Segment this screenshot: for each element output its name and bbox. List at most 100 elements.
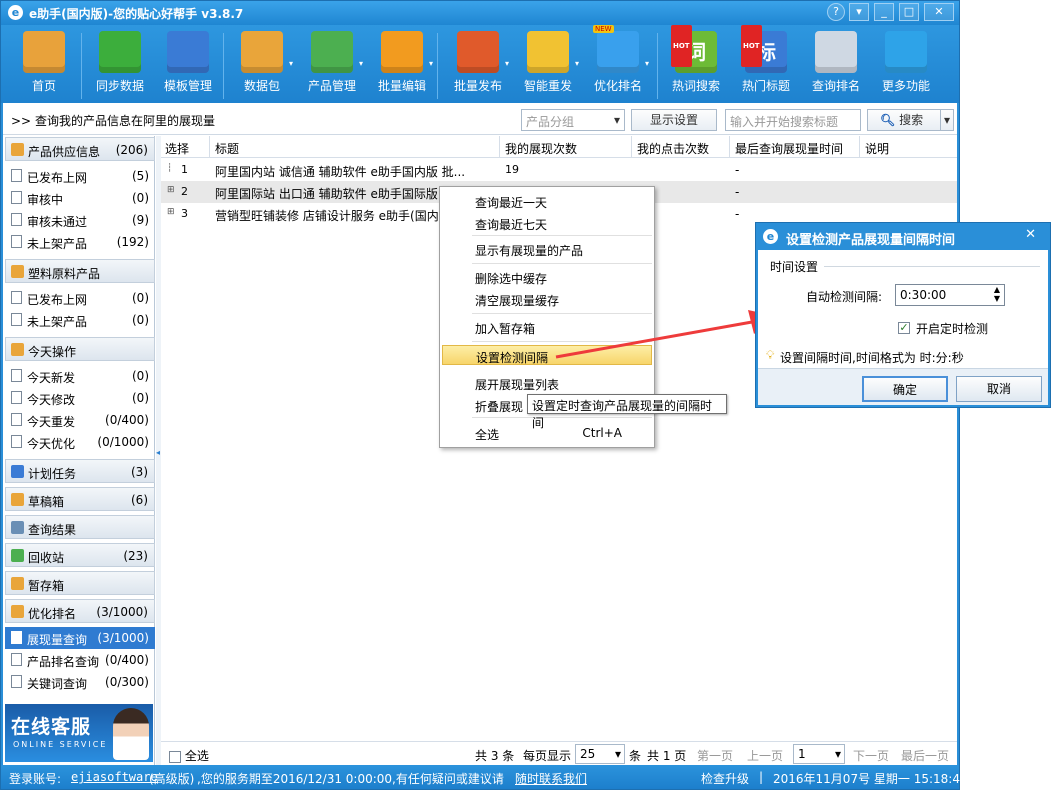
enable-timer-checkbox[interactable]: ✓	[898, 320, 910, 334]
search-options-button[interactable]: ▾	[940, 109, 954, 131]
toolbar-button-9[interactable]: NEW 优化排名	[587, 25, 649, 94]
product-group-select[interactable]: 产品分组 ▾	[521, 109, 625, 131]
sidebar-section-2[interactable]: 塑料原料产品	[5, 259, 155, 283]
sidebar-section-4[interactable]: 计划任务 (3)	[5, 459, 155, 483]
toolbar-button-7[interactable]: 批量发布	[447, 31, 509, 94]
toolbar-separator	[437, 33, 438, 99]
interval-time-input[interactable]: 0:30:00 ▲ ▼	[895, 284, 1005, 306]
data-package-icon	[241, 31, 283, 73]
sidebar-item[interactable]: 展现量查询 (3/1000)	[5, 627, 155, 649]
sidebar-item[interactable]: 未上架产品 (192)	[5, 231, 155, 253]
contact-us-link[interactable]: 随时联系我们	[515, 770, 587, 787]
search-button[interactable]: 🔍︎ 搜索	[867, 109, 941, 131]
cancel-button[interactable]: 取消	[956, 376, 1042, 402]
sidebar-section-5[interactable]: 草稿箱 (6)	[5, 487, 155, 511]
last-page-button[interactable]: 最后一页	[901, 747, 949, 764]
sidebar-item[interactable]: 已发布上网 (0)	[5, 287, 155, 309]
smart-repost-icon	[527, 31, 569, 73]
context-menu-item[interactable]: 查询最近七天	[442, 213, 652, 233]
document-icon	[11, 291, 22, 304]
column-header[interactable]: 选择	[165, 140, 189, 157]
sidebar-section-7[interactable]: 回收站 (23)	[5, 543, 155, 567]
column-header[interactable]: 标题	[215, 140, 239, 157]
context-menu-item[interactable]: 加入暂存箱	[442, 317, 652, 337]
expand-toggle-icon[interactable]: ⊞	[167, 207, 175, 217]
expand-toggle-icon[interactable]: ┆	[167, 163, 172, 173]
toolbar-label: 数据包	[243, 79, 280, 93]
interval-time-value: 0:30:00	[900, 288, 947, 302]
toolbar-button-2[interactable]: 同步数据	[89, 31, 151, 94]
spin-updown-icon[interactable]: ▲ ▼	[994, 285, 1000, 303]
expand-toggle-icon[interactable]: ⊞	[167, 185, 175, 195]
display-settings-button[interactable]: 显示设置	[631, 109, 717, 131]
context-menu-item[interactable]: 全选 Ctrl+A	[442, 423, 652, 443]
context-menu-item[interactable]: 显示有展现量的产品	[442, 239, 652, 259]
toolbar-button-10[interactable]: 词 HOT 热词搜索	[665, 25, 727, 94]
batch-publish-icon	[457, 31, 499, 73]
toolbar-button-6[interactable]: 批量编辑	[371, 31, 433, 94]
context-menu-item[interactable]: 查询最近一天	[442, 191, 652, 211]
sidebar-section-6[interactable]: 查询结果	[5, 515, 155, 539]
select-all-checkbox[interactable]: 全选	[169, 747, 209, 764]
sidebar-item[interactable]: 审核中 (0)	[5, 187, 155, 209]
menu-dropdown-button[interactable]: ▾	[849, 3, 869, 21]
toolbar-button-11[interactable]: 标 HOT 热门标题	[735, 25, 797, 94]
toolbar-button-12[interactable]: 查询排名	[805, 31, 867, 94]
help-button[interactable]: ?	[827, 3, 845, 21]
prev-page-button[interactable]: 上一页	[747, 747, 783, 764]
context-menu-item[interactable]: 设置检测间隔	[442, 345, 652, 365]
sidebar-section-1[interactable]: 产品供应信息 (206)	[5, 137, 155, 161]
toolbar-button-13[interactable]: 更多功能	[875, 31, 937, 94]
sidebar-item[interactable]: 未上架产品 (0)	[5, 309, 155, 331]
sidebar-item[interactable]: 今天重发 (0/400)	[5, 409, 155, 431]
row-title[interactable]: 阿里国内站 诚信通 辅助软件 e助手国内版 批...	[215, 163, 491, 180]
section-folder-icon	[11, 465, 24, 478]
ok-button[interactable]: 确定	[862, 376, 948, 402]
chevron-down-icon: ▾	[834, 747, 841, 761]
toolbar-button-8[interactable]: 智能重发	[517, 31, 579, 94]
table-row[interactable]: ┆ 1 阿里国内站 诚信通 辅助软件 e助手国内版 批... 19 -	[161, 159, 957, 181]
search-input[interactable]: 输入并开始搜索标题	[725, 109, 861, 131]
first-page-button[interactable]: 第一页	[697, 747, 733, 764]
column-header[interactable]: 我的点击次数	[637, 140, 709, 157]
sidebar-item[interactable]: 今天优化 (0/1000)	[5, 431, 155, 453]
sidebar-section-3[interactable]: 今天操作	[5, 337, 155, 361]
toolbar-label: 模板管理	[163, 79, 212, 93]
product-gear-icon	[311, 31, 353, 73]
next-page-button[interactable]: 下一页	[853, 747, 889, 764]
sidebar-section-8[interactable]: 暂存箱	[5, 571, 155, 595]
sidebar-item[interactable]: 关键词查询 (0/300)	[5, 671, 155, 693]
column-header[interactable]: 我的展现次数	[505, 140, 577, 157]
search-icon: 🔍︎	[880, 113, 896, 127]
toolbar-button-4[interactable]: 数据包	[231, 31, 293, 94]
column-header[interactable]: 说明	[865, 140, 889, 157]
column-divider	[859, 136, 860, 158]
page-select[interactable]: 1 ▾	[793, 744, 845, 764]
context-menu-item[interactable]: 展开展现量列表	[442, 373, 652, 393]
section-folder-icon	[11, 265, 24, 278]
minimize-button[interactable]: _	[874, 3, 894, 21]
close-button[interactable]: ✕	[924, 3, 954, 21]
maximize-button[interactable]: □	[899, 3, 919, 21]
sidebar-item[interactable]: 今天新发 (0)	[5, 365, 155, 387]
check-upgrade-link[interactable]: 检查升级	[701, 770, 749, 787]
sidebar-item[interactable]: 今天修改 (0)	[5, 387, 155, 409]
sidebar-item[interactable]: 产品排名查询 (0/400)	[5, 649, 155, 671]
page-count: 共 1 页	[647, 749, 687, 763]
context-menu-item[interactable]: 删除选中缓存	[442, 267, 652, 287]
per-page-select[interactable]: 25 ▾	[575, 744, 625, 764]
dialog-close-icon[interactable]: ✕	[1025, 227, 1036, 242]
toolbar-button-1[interactable]: 首页	[13, 31, 75, 94]
dialog-title-bar: e 设置检测产品展现量间隔时间 ✕	[756, 223, 1050, 249]
account-link[interactable]: ejiasoftware	[71, 770, 158, 784]
sidebar-section-9[interactable]: 优化排名 (3/1000)	[5, 599, 155, 623]
toolbar-button-5[interactable]: 产品管理	[301, 31, 363, 94]
online-service-banner[interactable]: 在线客服 ONLINE SERVICE	[5, 704, 153, 762]
column-header[interactable]: 最后查询展现量时间	[735, 140, 843, 157]
document-icon	[11, 653, 22, 666]
toolbar-button-3[interactable]: 模板管理	[157, 31, 219, 94]
sidebar-item-label: 今天修改	[27, 393, 76, 407]
sidebar-item[interactable]: 已发布上网 (5)	[5, 165, 155, 187]
context-menu-item[interactable]: 清空展现量缓存	[442, 289, 652, 309]
sidebar-item[interactable]: 审核未通过 (9)	[5, 209, 155, 231]
